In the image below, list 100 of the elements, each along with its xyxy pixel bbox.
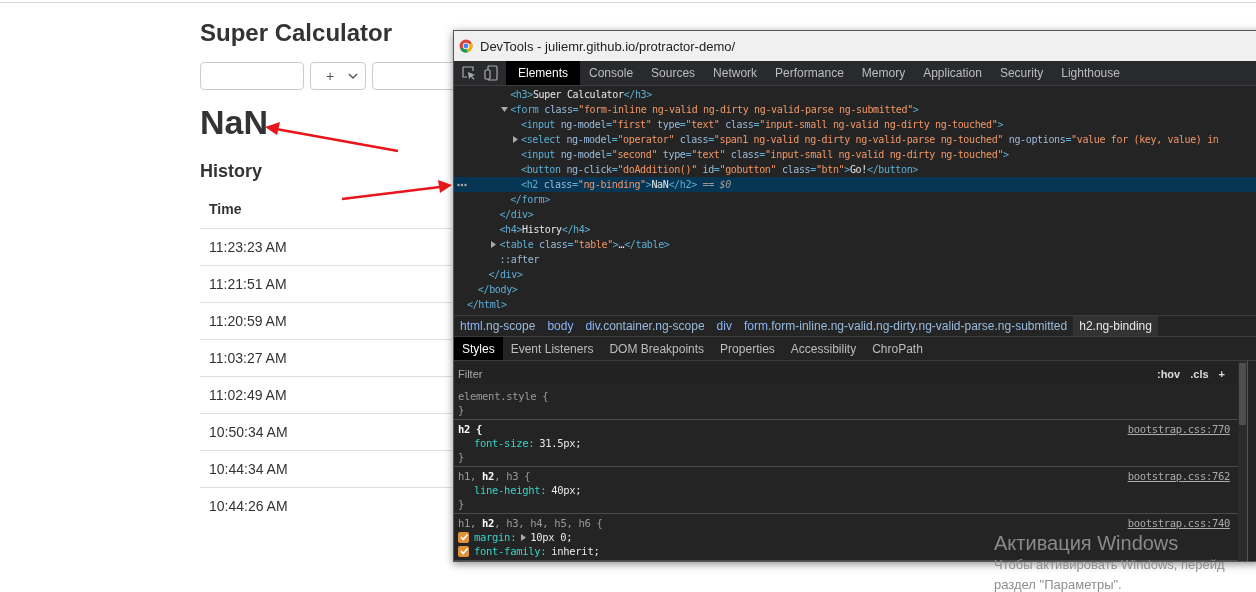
dom-tree-row[interactable]: </form> — [454, 192, 1256, 207]
html-code: </div> — [499, 208, 534, 222]
html-code: <h2 class="ng-binding">NaN</h2> == $0 — [521, 178, 731, 192]
table-cell: 10:50:34 AM — [200, 413, 452, 451]
source-link[interactable]: bootstrap.css:740 — [1127, 516, 1230, 530]
ellipsis-icon[interactable] — [457, 182, 467, 187]
panel-tab[interactable]: DOM Breakpoints — [601, 337, 713, 360]
html-code: </html> — [467, 298, 507, 312]
html-code: </div> — [488, 268, 523, 282]
filter-toolbar-button[interactable]: :hov — [1151, 368, 1186, 380]
history-heading: History — [200, 160, 262, 182]
panel-tab[interactable]: ChroPath — [864, 337, 931, 360]
devtools-tab[interactable]: Security — [990, 61, 1053, 85]
panel-tab[interactable]: Accessibility — [782, 337, 865, 360]
dom-tree-row[interactable]: <button ng-click="doAddition()" id="gobutton" class="btn">Go!</button> — [454, 162, 1256, 177]
css-property: margin: — [474, 530, 517, 544]
devtools-tab[interactable]: Elements — [506, 61, 581, 85]
devtools-tab[interactable]: Performance — [766, 61, 853, 85]
dom-tree-row[interactable]: <h4>History</h4> — [454, 222, 1256, 237]
css-selector: h1, h2, h3, h4, h5, h6 { — [458, 516, 603, 530]
html-code: <table class="table">…</table> — [499, 238, 670, 252]
css-selector: element.style { — [458, 389, 549, 403]
browser-logo-icon — [459, 39, 473, 53]
dom-tree-row[interactable]: <h2 class="ng-binding">NaN</h2> == $0 — [454, 177, 1256, 192]
declaration-checkbox[interactable] — [458, 531, 469, 543]
devtools-tab[interactable]: Sources — [642, 61, 705, 85]
expanded-triangle-icon[interactable] — [501, 106, 509, 113]
dom-tree-row[interactable]: </div> — [454, 207, 1256, 222]
table-cell: 10:44:34 AM — [200, 450, 452, 488]
html-code: ::after — [499, 253, 540, 267]
breadcrumb-item[interactable]: form.form-inline.ng-valid.ng-dirty.ng-valid-parse.ng-submitted — [737, 316, 1074, 336]
css-value: inherit; — [551, 544, 600, 558]
panel-tab[interactable]: Styles — [454, 337, 503, 360]
dom-tree-row[interactable]: ::after — [454, 252, 1256, 267]
source-link[interactable]: bootstrap.css:770 — [1127, 422, 1230, 436]
css-property: font-family: — [474, 544, 547, 558]
dom-tree-row[interactable]: <input ng-model="second" type="text" class="input-small ng-valid ng-dirty ng-touched"> — [454, 147, 1256, 162]
table-cell: 11:20:59 AM — [200, 302, 452, 340]
dom-tree-row[interactable]: <select ng-model="operator" class="span1 ng-valid ng-dirty ng-valid-parse ng-touched" ng-options="value for (key, value) in — [454, 132, 1256, 147]
dom-tree-row[interactable]: <form class="form-inline ng-valid ng-dirty ng-valid-parse ng-submitted"> — [454, 102, 1256, 117]
collapsed-triangle-icon[interactable] — [490, 241, 498, 248]
activation-notice-text: раздел "Параметры". — [994, 576, 1123, 592]
column-header: Time — [200, 192, 452, 229]
html-code: <button ng-click="doAddition()" id="gobutton" class="btn">Go!</button> — [521, 163, 918, 177]
html-code: </body> — [477, 283, 518, 297]
dom-tree-row[interactable]: <input ng-model="first" type="text" class="input-small ng-valid ng-dirty ng-touched"> — [454, 117, 1256, 132]
collapsed-triangle-icon[interactable] — [512, 136, 519, 143]
table-cell: 11:23:23 AM — [200, 228, 452, 266]
css-value: 31.5px; — [539, 436, 582, 450]
declaration-checkbox[interactable] — [458, 545, 469, 557]
breadcrumb-item[interactable]: html.ng-scope — [454, 316, 542, 336]
css-value: 10px 0; — [530, 530, 573, 544]
html-code: <input ng-model="second" type="text" class="input-small ng-valid ng-dirty ng-touched"> — [521, 148, 1009, 162]
table-cell: 11:21:51 AM — [200, 265, 452, 303]
css-selector: h1, h2, h3 { — [458, 469, 531, 483]
checkmark-icon — [458, 546, 469, 556]
css-property: line-height: — [474, 483, 547, 497]
css-selector: h2 { — [458, 422, 483, 436]
result-heading: NaN — [200, 102, 269, 142]
css-property: font-size: — [474, 436, 535, 450]
number-input-field[interactable] — [200, 62, 304, 90]
html-code: <input ng-model="first" type="text" class="input-small ng-valid ng-dirty ng-touched"> — [521, 118, 1004, 132]
table-cell: 10:44:26 AM — [200, 487, 452, 524]
breadcrumb-item[interactable]: div.container.ng-scope — [579, 316, 711, 336]
expand-triangle-icon[interactable] — [521, 533, 528, 541]
inspect-cursor-icon[interactable] — [462, 66, 476, 80]
panel-tab[interactable]: Properties — [712, 337, 783, 360]
device-toggle-icon[interactable] — [484, 65, 498, 81]
window-title: DevTools - juliemr.github.io/protractor-demo/ — [480, 38, 736, 54]
closing-brace: } — [458, 450, 466, 464]
filter-input-field[interactable]: Filter — [454, 363, 1152, 385]
css-value: 40px; — [551, 483, 582, 497]
chevron-down-icon — [348, 73, 359, 79]
devtools-tab[interactable]: Network — [704, 61, 767, 85]
closing-brace: } — [458, 497, 466, 511]
dom-tree-row[interactable]: <h3>Super Calculator</h3> — [454, 87, 1256, 102]
source-link[interactable]: bootstrap.css:762 — [1127, 469, 1230, 483]
devtools-tab[interactable]: Lighthouse — [1052, 61, 1129, 85]
scrollbar-thumb[interactable] — [1239, 363, 1246, 425]
dom-tree-row[interactable]: <table class="table">…</table> — [454, 237, 1256, 252]
html-code: </form> — [510, 193, 550, 207]
filter-toolbar-button[interactable]: .cls — [1185, 368, 1214, 380]
dom-tree-row[interactable]: </html> — [454, 297, 1256, 312]
table-cell: 11:02:49 AM — [200, 376, 452, 414]
devtools-tab[interactable]: Console — [580, 61, 643, 85]
panel-tab[interactable]: Event Listeners — [502, 337, 602, 360]
devtools-tab[interactable]: Memory — [852, 61, 915, 85]
breadcrumb-item[interactable]: div — [710, 316, 738, 336]
filter-toolbar-button[interactable]: + — [1213, 368, 1230, 380]
breadcrumb-item[interactable]: body — [541, 316, 580, 336]
closing-brace: } — [458, 403, 466, 417]
html-code: <select ng-model="operator" class="span1 ng-valid ng-dirty ng-valid-parse ng-touched" ng-options="value for (key, value) in — [521, 133, 1219, 147]
dom-tree-row[interactable]: </div> — [454, 267, 1256, 282]
dom-tree-row[interactable]: </body> — [454, 282, 1256, 297]
checkmark-icon — [458, 532, 469, 542]
operator-dropdown[interactable]: + — [310, 62, 367, 90]
breadcrumb-item[interactable]: h2.ng-binding — [1073, 316, 1158, 336]
devtools-tab[interactable]: Application — [914, 61, 991, 85]
html-code: <h3>Super Calculator</h3> — [510, 88, 652, 102]
table-cell: 11:03:27 AM — [200, 339, 452, 377]
